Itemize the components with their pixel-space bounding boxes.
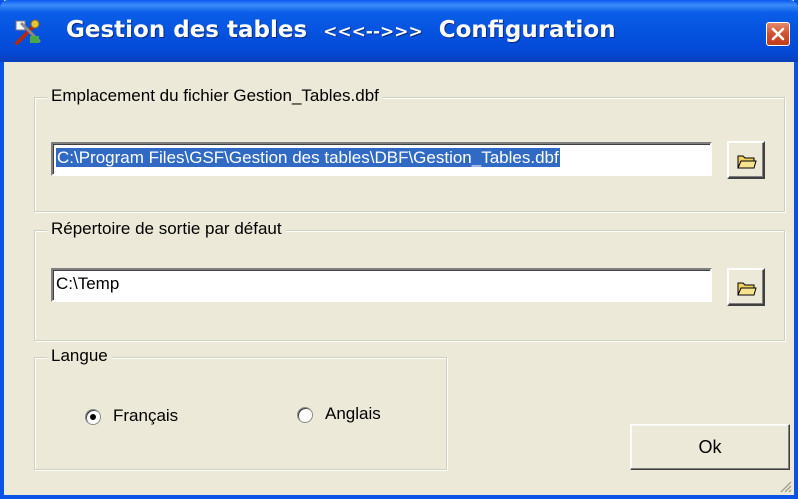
folder-icon [737,155,757,169]
close-button[interactable] [766,22,790,46]
dbf-path-field[interactable]: C:\Program Files\GSF\Gestion des tables\… [51,142,712,176]
window-title: Gestion des tables <<<-->>> Configuratio… [66,17,616,43]
dbf-path-value: C:\Program Files\GSF\Gestion des tables\… [56,148,560,167]
file-location-group: Emplacement du fichier Gestion_Tables.db… [34,86,785,212]
close-icon [771,27,785,41]
language-legend: Langue [47,346,112,366]
output-dir-value: C:\Temp [56,274,120,293]
ok-button[interactable]: Ok [630,424,790,470]
output-dir-group: Répertoire de sortie par défaut C:\Temp [34,219,785,341]
browse-output-button[interactable] [727,268,765,306]
title-bar[interactable]: Gestion des tables <<<-->>> Configuratio… [0,0,798,62]
folder-icon [737,282,757,296]
file-location-legend: Emplacement du fichier Gestion_Tables.db… [47,86,383,106]
output-dir-legend: Répertoire de sortie par défaut [47,219,286,239]
tools-icon [14,18,42,46]
radio-anglais-label: Anglais [325,404,381,423]
resize-grip-icon[interactable] [778,479,792,493]
language-group: Langue Français Anglais [34,346,447,470]
radio-anglais-indicator[interactable] [297,407,313,423]
radio-francais-label: Français [113,406,179,425]
browse-dbf-button[interactable] [727,141,765,179]
output-dir-field[interactable]: C:\Temp [51,268,712,302]
config-window: Gestion des tables <<<-->>> Configuratio… [0,0,798,499]
radio-francais-indicator[interactable] [85,409,101,425]
